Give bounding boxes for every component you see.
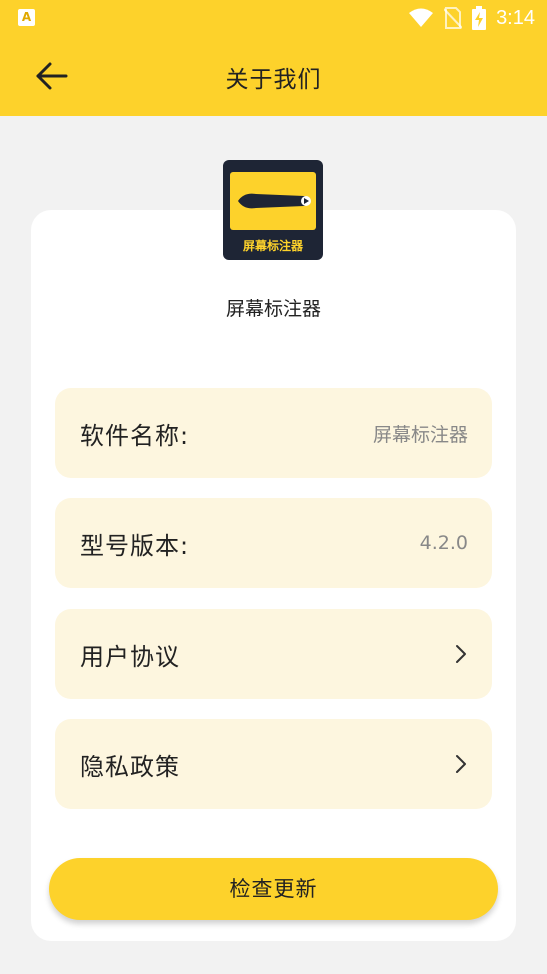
row-value: 4.2.0 xyxy=(419,532,468,554)
row-label: 型号版本: xyxy=(80,531,190,560)
chevron-right-icon xyxy=(456,755,466,773)
status-icons: 3:14 xyxy=(408,4,535,32)
battery-charging-icon xyxy=(472,6,487,30)
app-bar: 关于我们 xyxy=(0,36,547,116)
row-user-agreement[interactable]: 用户协议 xyxy=(55,609,492,699)
app-logo: 屏幕标注器 xyxy=(223,160,323,260)
row-label: 隐私政策 xyxy=(80,752,180,781)
row-privacy-policy[interactable]: 隐私政策 xyxy=(55,719,492,809)
notification-app-icon: A xyxy=(18,9,35,26)
row-label: 软件名称: xyxy=(80,421,190,450)
row-value: 屏幕标注器 xyxy=(372,423,468,446)
row-version: 型号版本: 4.2.0 xyxy=(55,498,492,588)
status-time: 3:14 xyxy=(496,6,535,29)
check-update-button[interactable]: 检查更新 xyxy=(49,858,498,920)
brush-icon xyxy=(238,193,311,209)
wifi-icon xyxy=(409,8,434,27)
no-sim-icon xyxy=(444,7,463,29)
app-name: 屏幕标注器 xyxy=(225,298,321,320)
row-label: 用户协议 xyxy=(80,642,180,671)
logo-caption: 屏幕标注器 xyxy=(242,239,303,253)
page-title: 关于我们 xyxy=(225,67,322,93)
row-software-name: 软件名称: 屏幕标注器 xyxy=(55,388,492,478)
status-bar: A 3:14 xyxy=(0,0,547,36)
chevron-right-icon xyxy=(456,645,466,663)
logo-screen xyxy=(230,172,316,230)
